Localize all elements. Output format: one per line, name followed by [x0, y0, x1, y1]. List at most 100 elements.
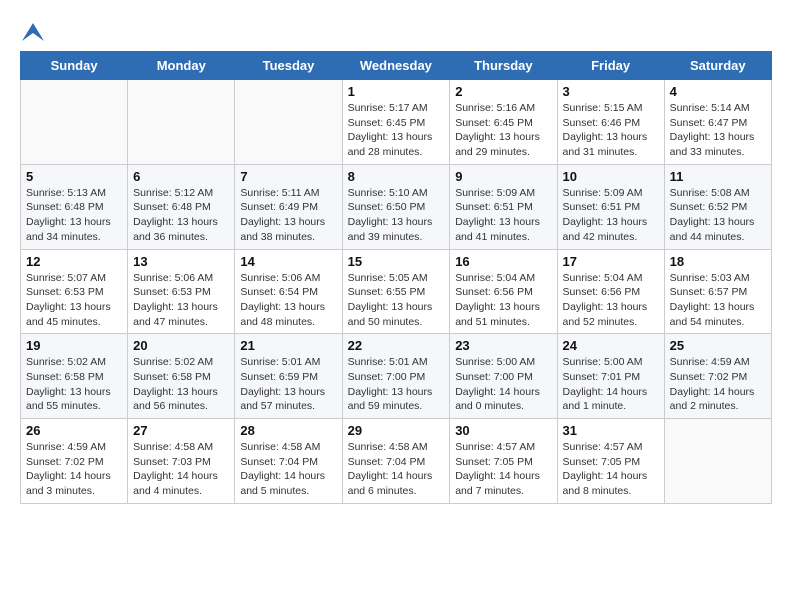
day-info: Sunrise: 5:13 AM Sunset: 6:48 PM Dayligh… [26, 186, 122, 245]
calendar-cell: 7 Sunrise: 5:11 AM Sunset: 6:49 PM Daylig… [235, 164, 342, 249]
day-info: Sunrise: 5:06 AM Sunset: 6:54 PM Dayligh… [240, 271, 336, 330]
calendar-cell: 14 Sunrise: 5:06 AM Sunset: 6:54 PM Dayli… [235, 249, 342, 334]
calendar-cell: 5 Sunrise: 5:13 AM Sunset: 6:48 PM Daylig… [21, 164, 128, 249]
week-row-3: 12Sunrise: 5:07 AM Sunset: 6:53 PM Dayli… [21, 249, 772, 334]
day-number: 2 [455, 84, 551, 99]
day-info: Sunrise: 5:09 AM Sunset: 6:51 PM Dayligh… [455, 186, 551, 245]
day-header-friday: Friday [557, 52, 664, 80]
day-number: 4 [670, 84, 766, 99]
day-info: Sunrise: 4:58 AM Sunset: 7:03 PM Dayligh… [133, 440, 229, 499]
day-number: 12 [26, 254, 122, 269]
day-number: 25 [670, 338, 766, 353]
day-header-sunday: Sunday [21, 52, 128, 80]
calendar-cell: 9 Sunrise: 5:09 AM Sunset: 6:51 PM Daylig… [450, 164, 557, 249]
week-row-2: 5 Sunrise: 5:13 AM Sunset: 6:48 PM Daylig… [21, 164, 772, 249]
calendar-cell: 20 Sunrise: 5:02 AM Sunset: 6:58 PM Dayli… [128, 334, 235, 419]
day-info: Sunrise: 5:11 AM Sunset: 6:49 PM Dayligh… [240, 186, 336, 245]
calendar-cell [235, 80, 342, 165]
day-info: Sunrise: 5:17 AM Sunset: 6:45 PM Dayligh… [348, 101, 445, 160]
day-info: Sunrise: 5:02 AM Sunset: 6:58 PM Dayligh… [133, 355, 229, 414]
calendar-cell: 31 Sunrise: 4:57 AM Sunset: 7:05 PM Dayli… [557, 419, 664, 504]
day-info: Sunrise: 5:15 AM Sunset: 6:46 PM Dayligh… [563, 101, 659, 160]
day-number: 23 [455, 338, 551, 353]
day-number: 14 [240, 254, 336, 269]
day-number: 29 [348, 423, 445, 438]
day-number: 1 [348, 84, 445, 99]
day-header-wednesday: Wednesday [342, 52, 450, 80]
day-number: 13 [133, 254, 229, 269]
calendar-cell: 6Sunrise: 5:12 AM Sunset: 6:48 PM Daylig… [128, 164, 235, 249]
day-number: 6 [133, 169, 229, 184]
logo-bird-icon [22, 23, 44, 41]
day-info: Sunrise: 5:16 AM Sunset: 6:45 PM Dayligh… [455, 101, 551, 160]
day-number: 16 [455, 254, 551, 269]
calendar-cell: 2 Sunrise: 5:16 AM Sunset: 6:45 PM Daylig… [450, 80, 557, 165]
day-number: 21 [240, 338, 336, 353]
day-number: 31 [563, 423, 659, 438]
calendar-cell: 30 Sunrise: 4:57 AM Sunset: 7:05 PM Dayli… [450, 419, 557, 504]
day-info: Sunrise: 4:57 AM Sunset: 7:05 PM Dayligh… [455, 440, 551, 499]
day-number: 3 [563, 84, 659, 99]
day-info: Sunrise: 5:05 AM Sunset: 6:55 PM Dayligh… [348, 271, 445, 330]
calendar-cell: 25 Sunrise: 4:59 AM Sunset: 7:02 PM Dayli… [664, 334, 771, 419]
day-header-saturday: Saturday [664, 52, 771, 80]
day-info: Sunrise: 5:04 AM Sunset: 6:56 PM Dayligh… [563, 271, 659, 330]
calendar-cell: 18Sunrise: 5:03 AM Sunset: 6:57 PM Dayli… [664, 249, 771, 334]
day-number: 30 [455, 423, 551, 438]
day-info: Sunrise: 5:00 AM Sunset: 7:01 PM Dayligh… [563, 355, 659, 414]
day-number: 26 [26, 423, 122, 438]
header-row: SundayMondayTuesdayWednesdayThursdayFrid… [21, 52, 772, 80]
day-number: 19 [26, 338, 122, 353]
day-info: Sunrise: 4:58 AM Sunset: 7:04 PM Dayligh… [240, 440, 336, 499]
day-number: 17 [563, 254, 659, 269]
calendar-cell: 1 Sunrise: 5:17 AM Sunset: 6:45 PM Daylig… [342, 80, 450, 165]
day-number: 8 [348, 169, 445, 184]
day-number: 28 [240, 423, 336, 438]
day-number: 7 [240, 169, 336, 184]
day-number: 20 [133, 338, 229, 353]
day-header-monday: Monday [128, 52, 235, 80]
day-info: Sunrise: 5:09 AM Sunset: 6:51 PM Dayligh… [563, 186, 659, 245]
calendar-cell: 26 Sunrise: 4:59 AM Sunset: 7:02 PM Dayli… [21, 419, 128, 504]
day-number: 22 [348, 338, 445, 353]
calendar-cell: 23 Sunrise: 5:00 AM Sunset: 7:00 PM Dayli… [450, 334, 557, 419]
calendar-cell: 24 Sunrise: 5:00 AM Sunset: 7:01 PM Dayli… [557, 334, 664, 419]
day-info: Sunrise: 5:06 AM Sunset: 6:53 PM Dayligh… [133, 271, 229, 330]
day-info: Sunrise: 5:14 AM Sunset: 6:47 PM Dayligh… [670, 101, 766, 160]
day-info: Sunrise: 5:00 AM Sunset: 7:00 PM Dayligh… [455, 355, 551, 414]
day-number: 18 [670, 254, 766, 269]
calendar-cell: 27 Sunrise: 4:58 AM Sunset: 7:03 PM Dayli… [128, 419, 235, 504]
day-header-tuesday: Tuesday [235, 52, 342, 80]
day-number: 9 [455, 169, 551, 184]
calendar-cell: 28 Sunrise: 4:58 AM Sunset: 7:04 PM Dayli… [235, 419, 342, 504]
day-info: Sunrise: 4:57 AM Sunset: 7:05 PM Dayligh… [563, 440, 659, 499]
day-info: Sunrise: 4:59 AM Sunset: 7:02 PM Dayligh… [26, 440, 122, 499]
day-header-thursday: Thursday [450, 52, 557, 80]
day-info: Sunrise: 5:01 AM Sunset: 6:59 PM Dayligh… [240, 355, 336, 414]
day-number: 11 [670, 169, 766, 184]
day-info: Sunrise: 4:59 AM Sunset: 7:02 PM Dayligh… [670, 355, 766, 414]
day-info: Sunrise: 5:10 AM Sunset: 6:50 PM Dayligh… [348, 186, 445, 245]
day-number: 5 [26, 169, 122, 184]
calendar-cell: 22 Sunrise: 5:01 AM Sunset: 7:00 PM Dayli… [342, 334, 450, 419]
calendar-cell: 17 Sunrise: 5:04 AM Sunset: 6:56 PM Dayli… [557, 249, 664, 334]
day-info: Sunrise: 5:08 AM Sunset: 6:52 PM Dayligh… [670, 186, 766, 245]
calendar-cell [664, 419, 771, 504]
header [20, 20, 772, 41]
day-info: Sunrise: 5:04 AM Sunset: 6:56 PM Dayligh… [455, 271, 551, 330]
calendar-cell: 4 Sunrise: 5:14 AM Sunset: 6:47 PM Daylig… [664, 80, 771, 165]
day-number: 10 [563, 169, 659, 184]
logo-text [20, 20, 44, 43]
week-row-1: 1 Sunrise: 5:17 AM Sunset: 6:45 PM Daylig… [21, 80, 772, 165]
calendar-cell: 15 Sunrise: 5:05 AM Sunset: 6:55 PM Dayli… [342, 249, 450, 334]
day-info: Sunrise: 5:02 AM Sunset: 6:58 PM Dayligh… [26, 355, 122, 414]
day-number: 15 [348, 254, 445, 269]
day-info: Sunrise: 5:01 AM Sunset: 7:00 PM Dayligh… [348, 355, 445, 414]
day-number: 24 [563, 338, 659, 353]
calendar-cell: 3 Sunrise: 5:15 AM Sunset: 6:46 PM Daylig… [557, 80, 664, 165]
calendar-cell: 12Sunrise: 5:07 AM Sunset: 6:53 PM Dayli… [21, 249, 128, 334]
calendar-cell: 8 Sunrise: 5:10 AM Sunset: 6:50 PM Daylig… [342, 164, 450, 249]
week-row-5: 26 Sunrise: 4:59 AM Sunset: 7:02 PM Dayli… [21, 419, 772, 504]
calendar-cell: 16 Sunrise: 5:04 AM Sunset: 6:56 PM Dayli… [450, 249, 557, 334]
day-number: 27 [133, 423, 229, 438]
